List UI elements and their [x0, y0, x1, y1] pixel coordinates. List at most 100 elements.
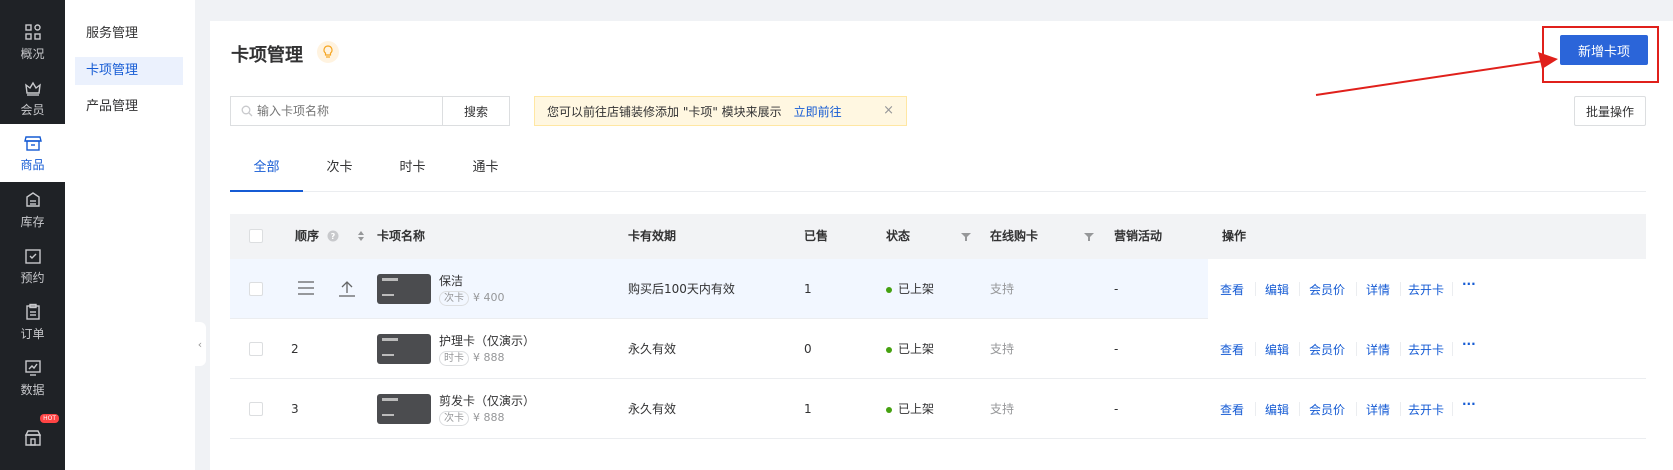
card-name: 剪发卡（仅演示）	[439, 394, 536, 408]
card-name: 护理卡（仅演示）	[439, 334, 536, 348]
card-name: 保洁	[439, 274, 464, 288]
details-link[interactable]: 详情	[1366, 341, 1390, 358]
view-link[interactable]: 查看	[1220, 401, 1244, 418]
table-header: 顺序 ? 卡项名称 卡有效期 已售 状态 在线购卡 营销活动 操作	[230, 214, 1646, 259]
more-icon[interactable]: ···	[1462, 337, 1476, 351]
sort-icon[interactable]	[357, 230, 365, 242]
card-validity: 永久有效	[628, 342, 677, 356]
online-purchase: 支持	[990, 342, 1015, 356]
card-sold: 0	[804, 342, 812, 356]
svg-text:?: ?	[331, 232, 336, 241]
online-purchase: 支持	[990, 282, 1015, 296]
edit-link[interactable]: 编辑	[1265, 341, 1289, 358]
card-type-tabs: 全部 次卡 时卡 通卡	[230, 146, 1646, 192]
col-ops: 操作	[1222, 229, 1247, 243]
card-thumbnail	[377, 274, 431, 304]
shop-icon	[24, 430, 41, 446]
status-label: 已上架	[898, 282, 935, 296]
filter-icon[interactable]	[961, 232, 971, 242]
col-order: 顺序 ?	[295, 214, 365, 259]
details-link[interactable]: 详情	[1366, 401, 1390, 418]
nav-members[interactable]: 会员	[0, 68, 65, 128]
nav-orders[interactable]: 订单	[0, 292, 65, 352]
main-nav-rail: 概况 会员 商品 库存 预约 订单 数据 HOT	[0, 0, 65, 470]
hot-badge: HOT	[40, 414, 59, 423]
nav-orders-label: 订单	[20, 326, 45, 341]
search-box	[230, 96, 442, 126]
more-icon[interactable]: ···	[1462, 277, 1476, 291]
collapse-sidebar-button[interactable]: ‹	[194, 322, 206, 366]
search-input[interactable]	[257, 104, 437, 118]
edit-link[interactable]: 编辑	[1265, 401, 1289, 418]
chart-icon	[24, 359, 41, 376]
tab-all[interactable]: 全部	[230, 146, 303, 192]
main-panel: 卡项管理 新增卡项 搜索 您可以前往店铺装修添加 "卡项" 模块来展示 立即前往…	[210, 21, 1673, 470]
card-sold: 1	[804, 282, 812, 296]
card-type-tag: 时卡	[439, 351, 469, 366]
row-checkbox[interactable]	[249, 402, 263, 416]
notice-text: 您可以前往店铺装修添加 "卡项" 模块来展示	[547, 104, 782, 119]
move-to-top-icon[interactable]	[339, 279, 355, 297]
nav-goods-label: 商品	[20, 157, 45, 172]
status-label: 已上架	[898, 402, 935, 416]
card-type-tag: 次卡	[439, 291, 469, 306]
member-price-link[interactable]: 会员价	[1309, 281, 1345, 298]
card-price: ¥ 888	[473, 351, 505, 364]
notice-link[interactable]: 立即前往	[794, 103, 842, 120]
nav-data[interactable]: 数据	[0, 348, 65, 408]
notice-bar: 您可以前往店铺装修添加 "卡项" 模块来展示 立即前往 ×	[534, 96, 907, 126]
lightbulb-icon[interactable]	[317, 41, 339, 63]
nav-overview[interactable]: 概况	[0, 12, 65, 72]
card-type-tag: 次卡	[439, 411, 469, 426]
drag-handle-icon[interactable]	[298, 280, 314, 296]
filter-icon[interactable]	[1084, 232, 1094, 242]
marketing: -	[1114, 342, 1119, 356]
close-icon[interactable]: ×	[883, 103, 894, 118]
col-marketing: 营销活动	[1114, 229, 1163, 243]
row-checkbox[interactable]	[249, 342, 263, 356]
nav-goods[interactable]: 商品	[0, 124, 65, 182]
nav-inventory-label: 库存	[20, 214, 45, 229]
card-sold: 1	[804, 402, 812, 416]
status-label: 已上架	[898, 342, 935, 356]
add-card-button[interactable]: 新增卡项	[1560, 35, 1648, 65]
row-checkbox[interactable]	[249, 282, 263, 296]
search-button[interactable]: 搜索	[442, 96, 510, 126]
status-badge: 已上架	[886, 259, 934, 319]
nav-members-label: 会员	[20, 102, 45, 117]
edit-link[interactable]: 编辑	[1265, 281, 1289, 298]
grid-icon	[24, 23, 41, 40]
member-price-link[interactable]: 会员价	[1309, 401, 1345, 418]
tab-count-card[interactable]: 次卡	[303, 146, 376, 192]
open-card-link[interactable]: 去开卡	[1408, 341, 1444, 358]
tab-general-card[interactable]: 通卡	[449, 146, 522, 192]
select-all-checkbox[interactable]	[249, 229, 263, 243]
view-link[interactable]: 查看	[1220, 281, 1244, 298]
nav-booking[interactable]: 预约	[0, 236, 65, 296]
subnav-service[interactable]: 服务管理	[75, 20, 183, 48]
table-row: 3 剪发卡（仅演示） 次卡 ¥ 888 永久有效 1 已上架 支持 - 查看 编辑…	[230, 379, 1646, 439]
help-icon[interactable]: ?	[327, 230, 339, 242]
page-title: 卡项管理	[231, 45, 303, 66]
card-price: ¥ 888	[473, 411, 505, 424]
col-order-label: 顺序	[295, 229, 320, 243]
batch-operation-button[interactable]: 批量操作	[1574, 96, 1646, 126]
row-order: 3	[291, 402, 299, 416]
sub-nav: 服务管理 卡项管理 产品管理	[65, 0, 195, 470]
nav-shop[interactable]: HOT	[0, 410, 65, 470]
view-link[interactable]: 查看	[1220, 341, 1244, 358]
col-online: 在线购卡	[990, 229, 1039, 243]
subnav-cards[interactable]: 卡项管理	[75, 57, 183, 85]
subnav-products[interactable]: 产品管理	[75, 93, 183, 121]
card-validity: 永久有效	[628, 402, 677, 416]
open-card-link[interactable]: 去开卡	[1408, 401, 1444, 418]
card-price: ¥ 400	[473, 291, 505, 304]
crown-icon	[24, 81, 41, 96]
open-card-link[interactable]: 去开卡	[1408, 281, 1444, 298]
status-badge: 已上架	[886, 319, 934, 379]
details-link[interactable]: 详情	[1366, 281, 1390, 298]
tab-time-card[interactable]: 时卡	[376, 146, 449, 192]
member-price-link[interactable]: 会员价	[1309, 341, 1345, 358]
more-icon[interactable]: ···	[1462, 397, 1476, 411]
nav-inventory[interactable]: 库存	[0, 180, 65, 240]
